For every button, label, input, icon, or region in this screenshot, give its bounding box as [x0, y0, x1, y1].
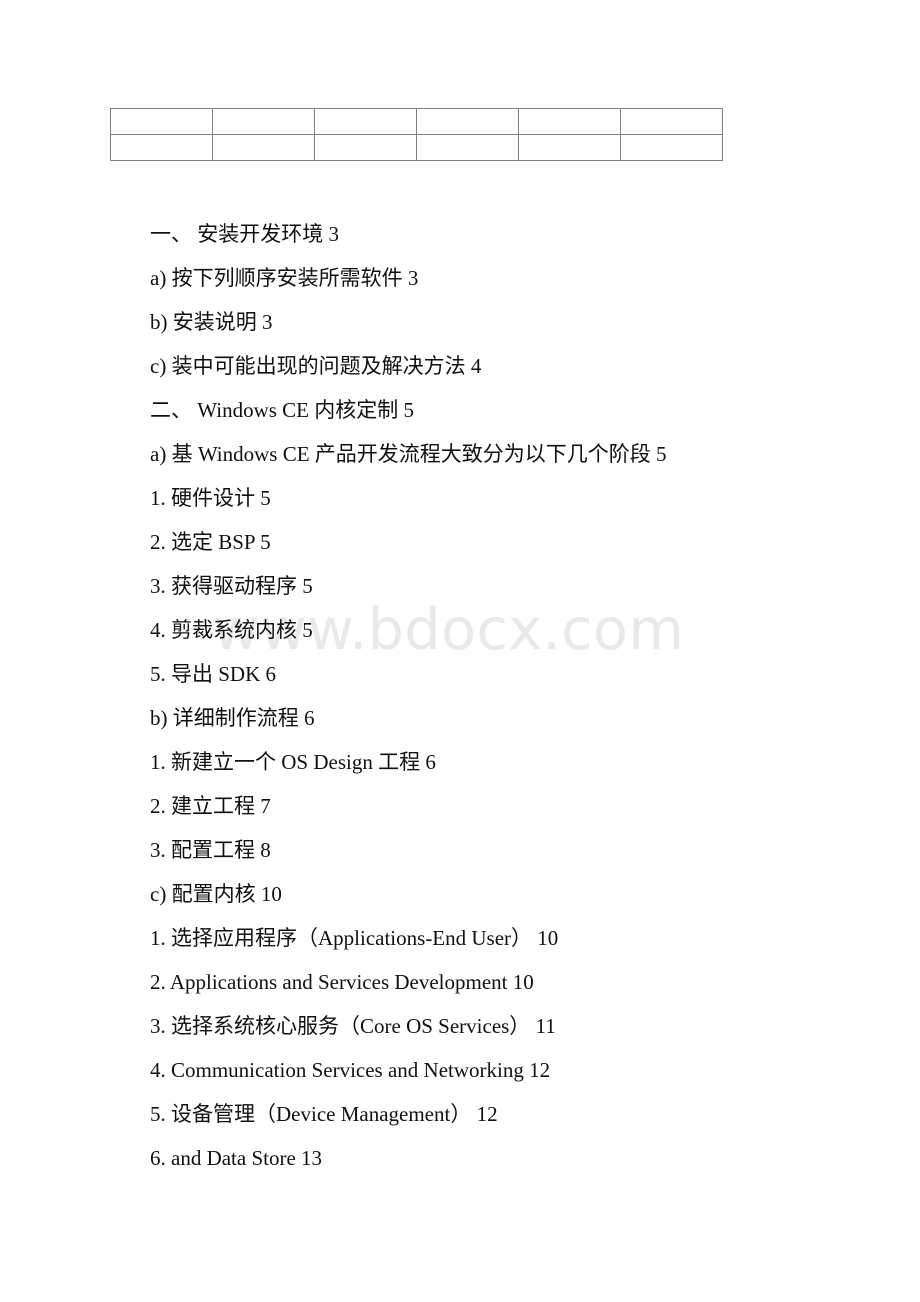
table-cell [416, 108, 519, 135]
toc-entry: 3. 配置工程 8 [150, 838, 271, 862]
table-of-contents: 一、 安装开发环境 3 a) 按下列顺序安装所需软件 3 b) 安装说明 3 c… [150, 212, 850, 1180]
toc-entry: 4. 剪裁系统内核 5 [150, 618, 313, 642]
table-cell [518, 134, 621, 161]
toc-entry: 5. 导出 SDK 6 [150, 662, 277, 686]
toc-entry: 1. 新建立一个 OS Design 工程 6 [150, 750, 436, 774]
table-row [110, 108, 723, 135]
toc-entry: c) 装中可能出现的问题及解决方法 4 [150, 354, 482, 378]
toc-entry: a) 按下列顺序安装所需软件 3 [150, 266, 419, 290]
toc-entry: 1. 硬件设计 5 [150, 486, 271, 510]
table-cell [314, 134, 417, 161]
table-cell [620, 134, 723, 161]
toc-entry: 2. 选定 BSP 5 [150, 530, 271, 554]
toc-entry: b) 安装说明 3 [150, 310, 273, 334]
table-cell [518, 108, 621, 135]
toc-entry: c) 配置内核 10 [150, 882, 282, 906]
toc-entry: 1. 选择应用程序（Applications-End User） 10 [150, 926, 559, 950]
document-page: www.bdocx.com 一、 安装开发环境 3 a) 按下列顺序安装所需软件… [0, 0, 920, 1302]
table-row [110, 134, 723, 161]
toc-entry: b) 详细制作流程 6 [150, 706, 315, 730]
toc-entry: 一、 安装开发环境 3 [150, 222, 339, 246]
toc-entry: 6. and Data Store 13 [150, 1146, 323, 1170]
toc-entry: 3. 获得驱动程序 5 [150, 574, 313, 598]
toc-entry: 2. Applications and Services Development… [150, 970, 534, 994]
table-cell [416, 134, 519, 161]
table-cell [620, 108, 723, 135]
toc-entry: 4. Communication Services and Networking… [150, 1058, 551, 1082]
toc-entry: 二、 Windows CE 内核定制 5 [150, 398, 414, 422]
table-cell [212, 108, 315, 135]
toc-entry: 2. 建立工程 7 [150, 794, 271, 818]
toc-entry: 5. 设备管理（Device Management） 12 [150, 1102, 498, 1126]
table-cell [314, 108, 417, 135]
toc-entry: 3. 选择系统核心服务（Core OS Services） 11 [150, 1014, 556, 1038]
table-cell [110, 108, 213, 135]
table-cell [212, 134, 315, 161]
toc-entry: a) 基 Windows CE 产品开发流程大致分为以下几个阶段 5 [150, 442, 667, 466]
empty-header-table [110, 108, 723, 161]
table-body [110, 108, 723, 161]
table-cell [110, 134, 213, 161]
